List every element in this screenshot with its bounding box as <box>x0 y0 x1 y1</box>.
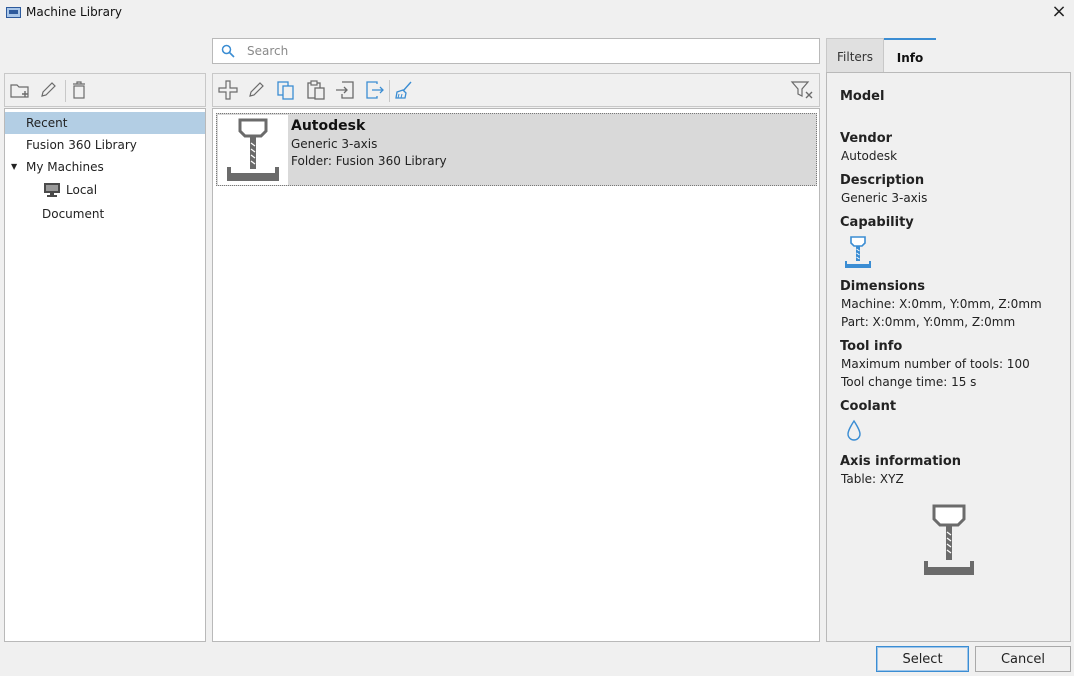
tree-item-document[interactable]: Document <box>42 203 104 225</box>
computer-monitor-icon <box>43 182 61 201</box>
search-box <box>212 38 820 64</box>
title-bar: Machine Library × <box>0 0 1074 26</box>
milling-capability-icon <box>843 235 873 272</box>
coolant-drop-icon <box>845 419 863 446</box>
export-icon[interactable] <box>362 78 386 102</box>
tree-item-my-machines[interactable]: My Machines <box>26 156 104 178</box>
library-tree: Recent Fusion 360 Library ▼ My Machines … <box>4 108 206 642</box>
machine-preview-icon <box>920 503 976 582</box>
toolbar-divider <box>389 80 390 102</box>
paste-icon[interactable] <box>304 78 328 102</box>
dimensions-part: Part: X:0mm, Y:0mm, Z:0mm <box>841 315 1016 329</box>
tree-item-recent[interactable]: Recent <box>5 112 205 134</box>
toolbar-divider <box>65 80 66 102</box>
machine-toolbar <box>212 73 820 107</box>
machine-vendor: Autodesk <box>291 118 366 134</box>
copy-icon[interactable] <box>274 78 298 102</box>
close-icon[interactable]: × <box>1050 2 1068 22</box>
dimensions-machine: Machine: X:0mm, Y:0mm, Z:0mm <box>841 297 1042 311</box>
dimensions-heading: Dimensions <box>840 279 925 294</box>
collapse-arrow-icon[interactable]: ▼ <box>11 156 23 178</box>
tool-info-heading: Tool info <box>840 339 903 354</box>
folder-toolbar <box>4 73 206 107</box>
tree-item-fusion-360-library[interactable]: Fusion 360 Library <box>26 134 137 156</box>
coolant-heading: Coolant <box>840 399 897 414</box>
import-icon[interactable] <box>333 78 357 102</box>
machine-folder: Folder: Fusion 360 Library <box>291 154 447 168</box>
model-heading: Model <box>840 89 885 104</box>
clear-filter-icon[interactable] <box>790 78 814 102</box>
capability-heading: Capability <box>840 215 914 230</box>
cancel-button[interactable]: Cancel <box>975 646 1071 672</box>
tab-info[interactable]: Info <box>884 38 936 73</box>
search-icon <box>221 44 235 61</box>
window-title: Machine Library <box>26 5 123 19</box>
vendor-value: Autodesk <box>841 149 898 163</box>
milling-machine-icon <box>218 115 288 185</box>
tool-max-count: Maximum number of tools: 100 <box>841 357 1030 371</box>
rename-pencil-icon[interactable] <box>36 78 60 102</box>
search-input[interactable] <box>247 43 807 59</box>
machine-list <box>212 108 820 642</box>
axis-table-value: Table: XYZ <box>841 472 904 486</box>
axis-info-heading: Axis information <box>840 454 962 469</box>
machine-library-icon <box>6 7 21 18</box>
tool-change-time: Tool change time: 15 s <box>841 375 977 389</box>
tree-item-local[interactable]: Local <box>66 179 97 201</box>
add-machine-plus-icon[interactable] <box>216 78 240 102</box>
new-folder-icon[interactable] <box>8 78 32 102</box>
machine-model: Generic 3-axis <box>291 137 378 151</box>
clean-broom-icon[interactable] <box>392 78 416 102</box>
vendor-heading: Vendor <box>840 131 893 146</box>
description-value: Generic 3-axis <box>841 191 928 205</box>
info-panel: Model Vendor Autodesk Description Generi… <box>826 72 1071 642</box>
description-heading: Description <box>840 173 925 188</box>
delete-trash-icon[interactable] <box>67 78 91 102</box>
machine-card[interactable]: Autodesk Generic 3-axis Folder: Fusion 3… <box>216 113 817 186</box>
tab-filters[interactable]: Filters <box>826 38 884 73</box>
edit-pencil-icon[interactable] <box>244 78 268 102</box>
select-button[interactable]: Select <box>876 646 969 672</box>
